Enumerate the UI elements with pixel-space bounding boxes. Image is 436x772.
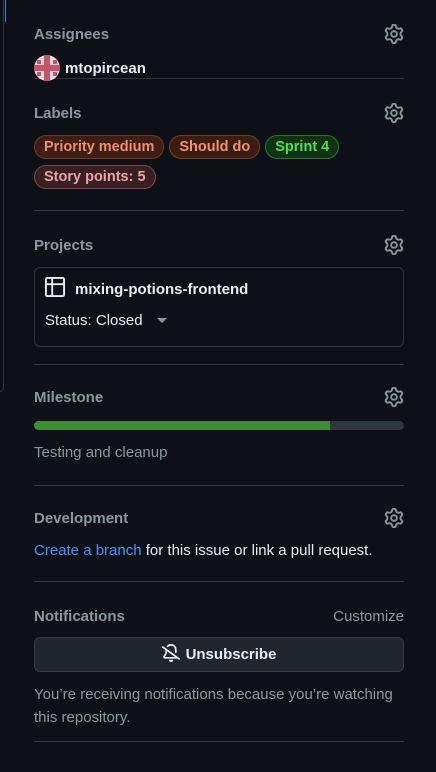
gear-icon[interactable] [384,387,404,407]
unsubscribe-label: Unsubscribe [185,646,277,663]
milestone-name[interactable]: Testing and cleanup [34,444,404,461]
create-branch-link[interactable]: Create a branch [34,542,142,559]
table-icon [45,276,75,302]
labels-list: Priority medium Should do Sprint 4 Story… [34,135,354,189]
assignee-item[interactable]: mtopircean [34,55,404,81]
gear-icon[interactable] [384,103,404,123]
project-name[interactable]: mixing-potions-frontend [75,281,248,298]
label-priority-medium[interactable]: Priority medium [34,135,165,159]
notifications-section: Notifications Customize Unsubscribe You’… [34,582,404,742]
avatar [34,55,60,81]
labels-section: Labels Priority medium Should do Sprint … [34,79,404,211]
issue-sidebar: Assignees mtopircean Labels Priority med… [34,0,404,742]
project-status-dropdown[interactable]: Status: Closed [45,312,393,329]
milestone-header: Milestone [34,385,404,409]
gear-icon[interactable] [384,235,404,255]
milestone-title: Milestone [34,388,104,406]
milestone-progress-bar [34,421,404,430]
development-text: Create a branch for this issue or link a… [34,542,404,559]
label-sprint[interactable]: Sprint 4 [265,135,340,159]
assignees-section: Assignees mtopircean [34,0,404,81]
main-column-border [0,0,4,392]
gear-icon[interactable] [384,24,404,44]
assignees-title: Assignees [34,25,110,43]
customize-link[interactable]: Customize [333,608,404,625]
label-should-do[interactable]: Should do [169,135,261,159]
notification-reason-text: You’re receiving notifications because y… [34,686,393,726]
assignee-name[interactable]: mtopircean [65,60,146,77]
gear-icon[interactable] [384,508,404,528]
notifications-header: Notifications Customize [34,604,404,628]
development-section: Development Create a branch for this iss… [34,486,404,582]
development-title: Development [34,509,129,527]
projects-section: Projects mixing-potions-frontend Status:… [34,211,404,365]
assignees-header: Assignees [34,22,404,46]
development-header: Development [34,506,404,530]
project-row: mixing-potions-frontend [45,276,393,302]
unsubscribe-button[interactable]: Unsubscribe [34,637,404,672]
milestone-progress-fill [34,421,330,430]
labels-header: Labels [34,101,404,125]
project-card: mixing-potions-frontend Status: Closed [34,267,404,347]
bell-slash-icon [161,643,186,666]
projects-title: Projects [34,236,94,254]
projects-header: Projects [34,233,404,257]
project-status-label: Status: Closed [45,312,143,329]
chevron-down-icon [156,318,167,323]
milestone-section: Milestone Testing and cleanup [34,365,404,486]
notifications-title: Notifications [34,607,125,625]
development-rest-text: for this issue or link a pull request. [141,542,373,559]
label-story-points[interactable]: Story points: 5 [34,165,156,189]
labels-title: Labels [34,104,82,122]
